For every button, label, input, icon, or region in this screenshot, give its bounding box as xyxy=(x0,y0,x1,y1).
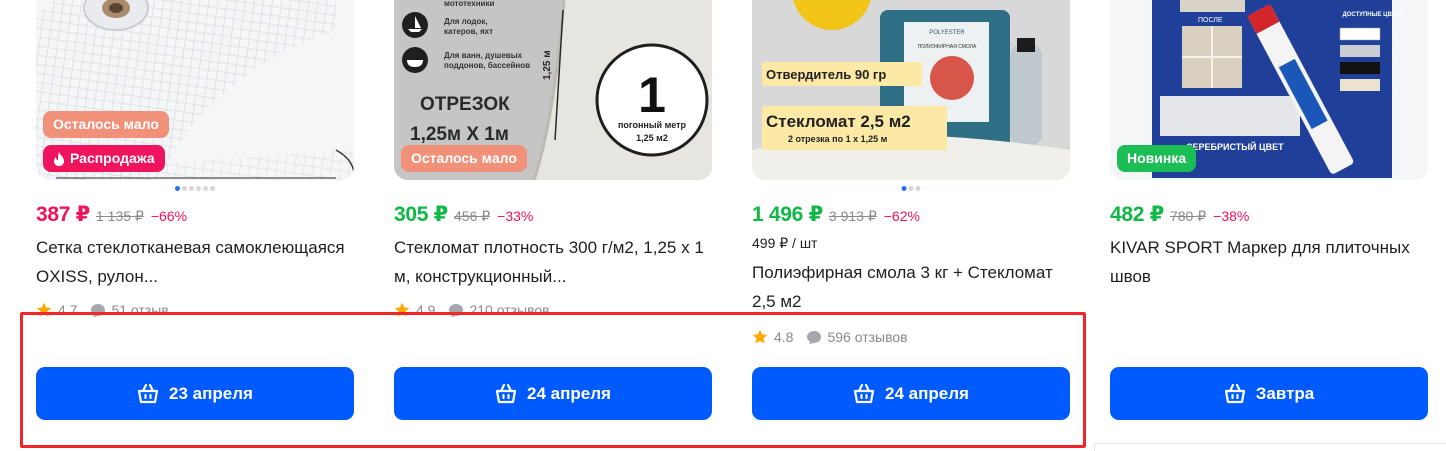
divider xyxy=(1094,443,1095,451)
colors-title: ДОСТУПНЫЕ ЦВЕТА: xyxy=(1342,12,1405,18)
unit-price: 499 ₽ / шт xyxy=(752,235,818,251)
product-title[interactable]: Полиэфирная смола 3 кг + Стекломат 2,5 м… xyxy=(752,258,1070,316)
after-label: ПОСЛЕ xyxy=(1198,17,1223,24)
fire-icon xyxy=(54,151,64,166)
discount: −62% xyxy=(883,208,920,224)
low-stock-badge: Осталось мало xyxy=(43,111,169,138)
price-row: 482 ₽ 780 ₽ −38% xyxy=(1110,202,1249,227)
product-title[interactable]: KIVAR SPORT Маркер для плиточных швов xyxy=(1110,233,1428,291)
current-price: 305 ₽ xyxy=(394,203,448,226)
delivery-date: Завтра xyxy=(1255,383,1315,403)
delivery-date: 24 апреля xyxy=(527,383,611,403)
add-to-cart-button[interactable]: 24 апреля xyxy=(394,367,712,420)
basket-icon xyxy=(137,383,159,403)
delivery-date: 23 апреля xyxy=(169,383,253,403)
product-title[interactable]: Стекломат плотность 300 г/м2, 1,25 х 1 м… xyxy=(394,233,712,291)
product-card[interactable]: мототехники Для лодок, катеров, яхт Для … xyxy=(394,0,712,420)
svg-text:Для ванн, душевых подд: Для ванн, душевых поддонов, бассейнов xyxy=(444,51,530,70)
basket-icon xyxy=(495,383,517,403)
rating-row[interactable]: 4.8 596 отзывов xyxy=(752,329,908,345)
discount: −66% xyxy=(150,208,188,224)
mat-sub-label: 2 отрезка по 1 х 1,25 м xyxy=(788,134,888,144)
add-to-cart-button[interactable]: 24 апреля xyxy=(752,367,1070,420)
product-image[interactable]: Осталось мало Распродажа xyxy=(36,0,354,180)
current-price: 1 496 ₽ xyxy=(752,203,823,226)
add-to-cart-button[interactable]: 23 апреля xyxy=(36,367,354,420)
rating-row[interactable]: 4.7 51 отзыв xyxy=(36,302,169,318)
product-card[interactable]: ПОСЛЕ СЕРЕБРИСТЫЙ ЦВЕТ ДОСТУПНЫЕ ЦВЕТА: … xyxy=(1110,0,1428,420)
height-label: 1,25 м xyxy=(542,50,553,80)
mat-label: Стекломат 2,5 м2 xyxy=(766,112,911,131)
resin-kit-image: POLYESTER ПОЛИЭФИРНАЯ СМОЛА Отвердитель … xyxy=(752,0,1070,180)
sale-badge: Распродажа xyxy=(43,145,165,172)
star-icon xyxy=(752,329,768,344)
jar-brand: POLYESTER xyxy=(929,30,965,36)
basket-icon xyxy=(853,383,875,403)
rating-row[interactable]: 4.9 210 отзывов xyxy=(394,302,550,318)
delivery-date: 24 апреля xyxy=(885,383,969,403)
reviews-icon xyxy=(91,303,106,317)
divider xyxy=(1094,443,1446,444)
cut-label: ОТРЕЗОК xyxy=(420,94,510,115)
circle-line2: 1,25 м2 xyxy=(636,133,668,143)
basket-icon xyxy=(1224,383,1245,403)
reviews-count: 210 отзывов xyxy=(469,302,550,318)
old-price: 3 913 ₽ xyxy=(828,208,877,224)
star-icon xyxy=(36,302,52,317)
star-icon xyxy=(394,302,410,317)
add-to-cart-button[interactable]: Завтра xyxy=(1110,367,1428,420)
reviews-count: 596 отзывов xyxy=(827,329,908,345)
new-badge: Новинка xyxy=(1117,145,1197,172)
current-price: 387 ₽ xyxy=(36,203,90,226)
product-image[interactable]: ПОСЛЕ СЕРЕБРИСТЫЙ ЦВЕТ ДОСТУПНЫЕ ЦВЕТА: … xyxy=(1110,0,1428,180)
product-card[interactable]: Осталось мало Распродажа 387 ₽ 1 135 ₽ −… xyxy=(36,0,354,420)
size-label: 1,25м Х 1м xyxy=(410,124,509,145)
circle-number: 1 xyxy=(638,67,666,123)
product-image[interactable]: мототехники Для лодок, катеров, яхт Для … xyxy=(394,0,712,180)
svg-text:Для лодок, катеров, ях: Для лодок, катеров, яхт xyxy=(444,17,493,36)
product-title[interactable]: Сетка стеклотканевая самоклеющаяся OXISS… xyxy=(36,233,354,291)
price-row: 1 496 ₽ 3 913 ₽ −62% xyxy=(752,202,920,227)
current-price: 482 ₽ xyxy=(1110,203,1164,226)
low-stock-badge: Осталось мало xyxy=(401,145,527,172)
image-carousel-dots[interactable] xyxy=(901,186,921,191)
old-price: 1 135 ₽ xyxy=(95,208,144,224)
image-text: мототехники xyxy=(444,0,494,8)
price-row: 387 ₽ 1 135 ₽ −66% xyxy=(36,202,187,227)
jar-label: ПОЛИЭФИРНАЯ СМОЛА xyxy=(918,44,977,50)
discount: −38% xyxy=(1213,208,1250,224)
sale-badge-label: Распродажа xyxy=(70,150,155,166)
rating-value: 4.9 xyxy=(416,302,436,318)
reviews-count: 51 отзыв xyxy=(111,302,169,318)
circle-line1: погонный метр xyxy=(618,120,687,130)
image-text: Для лодок, xyxy=(444,17,488,26)
hardener-label: Отвердитель 90 гр xyxy=(766,67,886,82)
product-image[interactable]: POLYESTER ПОЛИЭФИРНАЯ СМОЛА Отвердитель … xyxy=(752,0,1070,180)
rating-value: 4.8 xyxy=(774,329,794,345)
rating-value: 4.7 xyxy=(58,302,78,318)
silver-label: СЕРЕБРИСТЫЙ ЦВЕТ xyxy=(1186,141,1284,152)
old-price: 456 ₽ xyxy=(453,208,491,224)
discount: −33% xyxy=(497,208,534,224)
reviews-icon xyxy=(807,330,822,344)
price-row: 305 ₽ 456 ₽ −33% xyxy=(394,202,533,227)
old-price: 780 ₽ xyxy=(1169,208,1207,224)
product-card[interactable]: POLYESTER ПОЛИЭФИРНАЯ СМОЛА Отвердитель … xyxy=(752,0,1070,420)
image-carousel-dots[interactable] xyxy=(175,186,215,191)
reviews-icon xyxy=(449,303,464,317)
